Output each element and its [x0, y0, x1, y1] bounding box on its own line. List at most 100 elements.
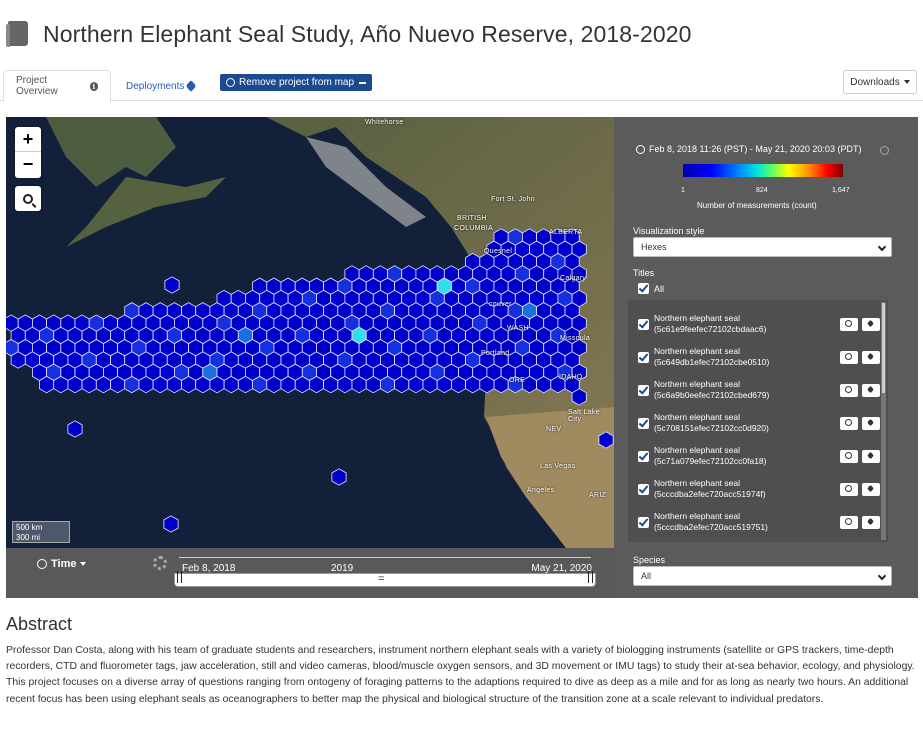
- hex-cell: [67, 375, 83, 394]
- zoom-to-range-icon[interactable]: [880, 146, 889, 155]
- hex-cell: [39, 375, 55, 394]
- tag-item-button[interactable]: [862, 383, 880, 397]
- species-value: All: [641, 571, 652, 581]
- item-id: (5cccdba2efec720acc51974f): [654, 489, 766, 499]
- remove-project-label: Remove project from map: [239, 77, 355, 88]
- item-id: (5c6a9b0eefec72102cbed679): [654, 390, 770, 400]
- hex-cell: [365, 375, 381, 394]
- legend-min: 1: [681, 187, 685, 194]
- hex-cell: [252, 375, 268, 394]
- abstract-text: Professor Dan Costa, along with his team…: [6, 645, 915, 705]
- hex-cell: [331, 468, 347, 486]
- checkbox-item[interactable]: [638, 483, 649, 495]
- time-track[interactable]: Feb 8, 2018 2019 May 21, 2020 =: [174, 553, 596, 593]
- item-name: Northern elephant seal: [654, 379, 741, 389]
- all-label: All: [654, 283, 665, 294]
- scale-bar: 500 km 300 mi: [12, 521, 70, 543]
- hex-cell: [379, 375, 396, 394]
- checkbox-item[interactable]: [638, 450, 649, 462]
- visualization-style-select[interactable]: Hexes: [633, 237, 892, 257]
- list-item: Northern elephant seal (5c708151efec7210…: [638, 409, 880, 437]
- range-grip[interactable]: =: [378, 573, 384, 585]
- map-label-ore: ORE: [509, 377, 526, 384]
- zoom-to-item-button[interactable]: [840, 317, 858, 331]
- tab-label: Project Overview: [16, 75, 58, 97]
- map-label-portland: Portland: [481, 350, 510, 357]
- hex-cell: [67, 420, 83, 438]
- item-label: Northern elephant seal (5c6a9b0eefec7210…: [654, 379, 769, 401]
- item-id: (5c649db1efec72102cbe0510): [654, 357, 770, 367]
- tab-project-overview[interactable]: Project Overview i: [3, 70, 111, 102]
- species-select[interactable]: All: [633, 566, 892, 586]
- hex-cell: [110, 375, 126, 394]
- tab-deployments[interactable]: Deployments: [114, 70, 207, 102]
- zoom-to-item-button[interactable]: [840, 350, 858, 364]
- map-canvas[interactable]: [6, 117, 614, 548]
- hex-cell: [266, 375, 282, 394]
- gear-icon[interactable]: [153, 556, 167, 570]
- range-start-handle[interactable]: [177, 571, 182, 583]
- tag-item-button[interactable]: [862, 515, 880, 529]
- zoom-in-button[interactable]: +: [15, 127, 41, 152]
- hex-cell: [53, 375, 69, 394]
- checkbox-item[interactable]: [638, 516, 649, 528]
- hex-cell: [163, 515, 179, 533]
- map-label-las-vegas: Las Vegas: [540, 463, 576, 470]
- tag-item-button[interactable]: [862, 449, 880, 463]
- hex-cell: [81, 375, 97, 394]
- remove-project-button[interactable]: Remove project from map: [220, 74, 373, 91]
- zoom-to-item-button[interactable]: [840, 482, 858, 496]
- species-label: Species: [633, 555, 666, 565]
- item-id: (5cccdba2efec720acc519751): [654, 522, 768, 532]
- hex-cell: [479, 375, 495, 394]
- zoom-to-item-button[interactable]: [840, 416, 858, 430]
- time-axis-line: [179, 557, 591, 558]
- zoom-control: + −: [15, 127, 41, 178]
- item-label: Northern elephant seal (5c649db1efec7210…: [654, 346, 769, 368]
- date-range: Feb 8, 2018 11:26 (PST) - May 21, 2020 2…: [636, 144, 861, 154]
- chevron-down-icon: [877, 242, 887, 252]
- checkbox-item[interactable]: [638, 318, 649, 330]
- tag-item-button[interactable]: [862, 416, 880, 430]
- item-name: Northern elephant seal: [654, 313, 741, 323]
- legend-mid: 824: [756, 187, 768, 194]
- hex-cell: [422, 375, 438, 394]
- tag-item-button[interactable]: [862, 317, 880, 331]
- time-dropdown[interactable]: Time: [37, 558, 87, 570]
- zoom-to-item-button[interactable]: [840, 515, 858, 529]
- time-range-selection[interactable]: =: [174, 573, 596, 587]
- map-label-salt-lake-city: Salt Lake City: [568, 409, 600, 423]
- list-item: Northern elephant seal (5cccdba2efec720a…: [638, 475, 880, 503]
- item-name: Northern elephant seal: [654, 346, 741, 356]
- visualization-style-value: Hexes: [641, 242, 667, 252]
- clock-icon: [37, 559, 47, 569]
- titles-scroll-thumb[interactable]: [882, 303, 885, 393]
- map-label-fort-st-john: Fort St. John: [491, 196, 535, 203]
- map-view[interactable]: + − Whitehorse Fort St. John BRITISH COL…: [6, 117, 614, 548]
- tag-item-button[interactable]: [862, 350, 880, 364]
- item-id: (5c708151efec72102cc0d920): [654, 423, 769, 433]
- hex-cell: [323, 375, 339, 394]
- list-item: Northern elephant seal (5c61e9feefec7210…: [638, 310, 880, 338]
- zoom-to-item-button[interactable]: [840, 383, 858, 397]
- checkbox-item[interactable]: [638, 384, 649, 396]
- map-label-vancouver: couver: [489, 301, 512, 308]
- item-id: (5c61e9feefec72102cbdaac6): [654, 324, 767, 334]
- caret-down-icon: [80, 562, 87, 566]
- zoom-out-button[interactable]: −: [15, 152, 41, 177]
- item-name: Northern elephant seal: [654, 478, 741, 488]
- date-range-text: Feb 8, 2018 11:26 (PST) - May 21, 2020 2…: [649, 144, 862, 154]
- hex-cell: [223, 375, 239, 394]
- zoom-to-item-button[interactable]: [840, 449, 858, 463]
- checkbox-all[interactable]: [638, 283, 649, 294]
- all-titles-toggle[interactable]: All: [633, 283, 664, 294]
- hex-cell: [598, 431, 614, 449]
- checkbox-item[interactable]: [638, 351, 649, 363]
- zoom-to-extent-button[interactable]: [15, 186, 41, 211]
- item-id: (5c71a079efec72102cc0fa18): [654, 456, 767, 466]
- range-end-handle[interactable]: [588, 571, 593, 583]
- downloads-button[interactable]: Downloads: [843, 70, 917, 94]
- chevron-down-icon: [877, 571, 887, 581]
- tag-item-button[interactable]: [862, 482, 880, 496]
- checkbox-item[interactable]: [638, 417, 649, 429]
